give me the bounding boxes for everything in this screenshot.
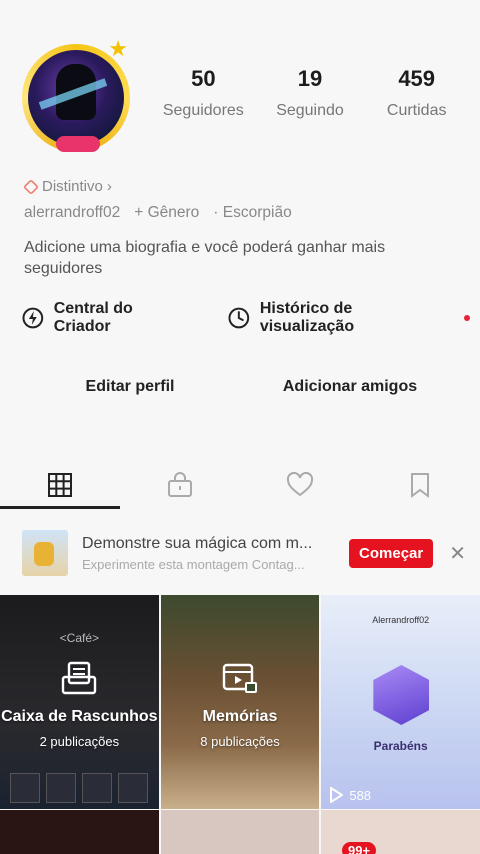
achievement-badge-icon: [373, 665, 430, 725]
achievement-post[interactable]: Alerrandroff02 Parabéns 588: [321, 595, 480, 809]
badge-icon: [23, 178, 39, 195]
promo-banner[interactable]: Demonstre sua mágica com m... Experiment…: [0, 520, 480, 586]
active-tab-indicator: [0, 506, 120, 509]
drafts-icon: [62, 661, 97, 695]
bio-placeholder[interactable]: Adicione uma biografia e você poderá gan…: [24, 237, 444, 279]
play-count-value: 588: [349, 787, 372, 803]
play-count: 588: [329, 787, 371, 803]
tab-saved[interactable]: [360, 458, 480, 512]
draft-thumbnails: [10, 773, 148, 803]
avatar-decoration: [56, 136, 100, 152]
promo-title: Demonstre sua mágica com m...: [82, 534, 313, 552]
view-history-label: Histórico de visualização: [259, 300, 355, 335]
card-username: Alerrandroff02: [372, 615, 430, 625]
memories-box[interactable]: Memórias 8 publicações: [160, 595, 320, 809]
drafts-cafe-label: <Café>: [59, 631, 100, 645]
followers-count: 50: [191, 66, 216, 91]
profile-stats: 50 Seguidores 19 Seguindo 459 Curtidas: [150, 66, 470, 120]
lightning-icon: [22, 307, 44, 329]
heart-icon: [286, 472, 314, 497]
play-icon: [330, 787, 344, 803]
username: alerrandroff02: [24, 204, 121, 221]
content-tabs: [0, 458, 480, 512]
memories-title: Memórias: [202, 708, 278, 725]
creator-center-label: Central do Criador: [53, 300, 133, 335]
following-stat[interactable]: 19 Seguindo: [257, 66, 364, 120]
avatar-image: [28, 50, 124, 146]
grid-post[interactable]: [160, 810, 320, 854]
following-label: Seguindo: [276, 102, 344, 119]
add-friends-button[interactable]: Adicionar amigos: [240, 378, 460, 396]
profile-actions: Editar perfil Adicionar amigos: [20, 378, 460, 396]
memories-icon: [222, 663, 257, 693]
likes-stat[interactable]: 459 Curtidas: [363, 66, 470, 120]
creator-center-link[interactable]: Central do Criador: [22, 300, 192, 336]
lock-icon: [168, 472, 192, 497]
view-history-link[interactable]: Histórico de visualização: [228, 300, 470, 336]
memories-count: 8 publicações: [200, 734, 280, 749]
posts-grid-row-2: [0, 810, 480, 854]
badge-label: Distintivo: [42, 178, 103, 195]
chevron-right-icon: ›: [106, 178, 112, 195]
edit-profile-button[interactable]: Editar perfil: [20, 378, 240, 396]
quick-links: Central do Criador Histórico de visualiz…: [22, 300, 470, 336]
followers-stat[interactable]: 50 Seguidores: [150, 66, 257, 120]
gender-button[interactable]: + Gênero: [134, 204, 199, 222]
bookmark-icon: [411, 473, 429, 498]
promo-start-button[interactable]: Começar: [349, 538, 434, 568]
grid-post[interactable]: [0, 810, 159, 854]
clock-icon: [228, 307, 250, 329]
tab-liked[interactable]: [240, 458, 360, 512]
close-icon[interactable]: ✕: [449, 541, 466, 566]
following-count: 19: [297, 66, 323, 91]
star-icon: ★: [108, 36, 128, 61]
drafts-count: 2 publicações: [39, 734, 120, 749]
tab-posts[interactable]: [0, 458, 120, 512]
likes-count: 459: [398, 66, 436, 91]
promo-text: Demonstre sua mágica com m... Experiment…: [82, 535, 349, 572]
card-congrats: Parabéns: [373, 739, 428, 753]
notification-dot: [464, 315, 470, 321]
avatar[interactable]: ★: [18, 36, 136, 154]
tab-private[interactable]: [120, 458, 240, 512]
grid-icon: [48, 473, 72, 497]
drafts-box[interactable]: <Café> Caixa de Rascunhos 2 publicações: [0, 595, 159, 809]
promo-subtitle: Experimente esta montagem Contag...: [82, 556, 305, 572]
followers-label: Seguidores: [162, 102, 244, 119]
notification-badge: 99+: [342, 842, 377, 854]
likes-label: Curtidas: [386, 102, 447, 119]
zodiac-sign[interactable]: · Escorpião: [213, 204, 291, 222]
badge-link[interactable]: Distintivo ›: [23, 178, 112, 195]
drafts-title: Caixa de Rascunhos: [1, 708, 158, 725]
promo-thumbnail: [22, 530, 68, 576]
posts-grid: <Café> Caixa de Rascunhos 2 publicações …: [0, 595, 480, 809]
profile-meta: alerrandroff02 + Gênero · Escorpião: [24, 204, 292, 222]
